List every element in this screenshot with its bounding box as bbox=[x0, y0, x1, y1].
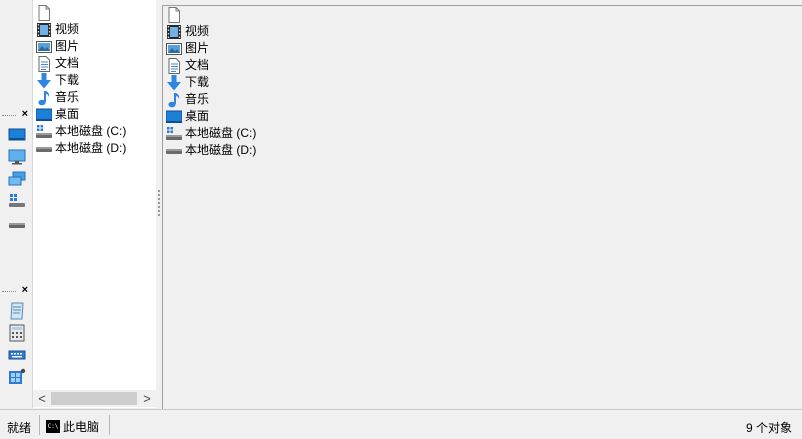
status-separator bbox=[39, 415, 40, 435]
file-item-label: 文档 bbox=[185, 58, 210, 72]
close-group-button[interactable]: × bbox=[22, 108, 28, 120]
blank-page-icon bbox=[36, 4, 52, 21]
status-bar: 就绪 C:\ 此电脑 9 个对象 bbox=[0, 409, 802, 439]
file-item-label: 本地磁盘 (C:) bbox=[185, 126, 257, 140]
keyboard-icon[interactable] bbox=[8, 346, 26, 364]
file-item[interactable]: 桌面 bbox=[166, 108, 256, 125]
status-object-count: 9 个对象 bbox=[745, 421, 792, 435]
tree-item[interactable]: 本地磁盘 (D:) bbox=[36, 140, 126, 157]
tree-item[interactable]: 本地磁盘 (C:) bbox=[36, 123, 126, 140]
folder-tree[interactable]: 视频图片文档下载音乐桌面本地磁盘 (C:) 本地磁盘 (D:) bbox=[33, 0, 156, 408]
tree-item[interactable]: 桌面 bbox=[36, 106, 126, 123]
video-icon bbox=[166, 24, 182, 40]
file-item-label: 桌面 bbox=[185, 109, 210, 123]
tree-item-label: 本地磁盘 (C:) bbox=[55, 124, 127, 138]
picture-icon bbox=[166, 41, 182, 57]
tree-item-label: 下载 bbox=[55, 73, 80, 87]
file-item[interactable]: 图片 bbox=[166, 40, 256, 57]
status-separator bbox=[109, 415, 110, 435]
drive-icon[interactable] bbox=[8, 216, 26, 234]
document-icon bbox=[36, 55, 52, 72]
tree-item[interactable]: 视频 bbox=[36, 21, 126, 38]
tree-item-label: 图片 bbox=[55, 39, 80, 53]
file-item-label: 下载 bbox=[185, 75, 210, 89]
tree-item[interactable]: 图片 bbox=[36, 38, 126, 55]
drive-icon bbox=[36, 141, 52, 157]
tree-item[interactable]: 文档 bbox=[36, 55, 126, 72]
download-arrow-icon bbox=[166, 74, 182, 91]
tree-item[interactable]: 下载 bbox=[36, 72, 126, 89]
file-item[interactable]: 音乐 bbox=[166, 91, 256, 108]
file-item[interactable]: 视频 bbox=[166, 23, 256, 40]
file-item[interactable]: 本地磁盘 (D:) bbox=[166, 142, 256, 159]
status-location: C:\ 此电脑 bbox=[46, 418, 99, 435]
drag-handle[interactable] bbox=[2, 291, 16, 292]
tree-horizontal-scrollbar[interactable]: < > bbox=[33, 390, 156, 407]
network-icon[interactable] bbox=[8, 170, 26, 188]
status-ready-text: 就绪 bbox=[7, 421, 32, 435]
blank-page-icon bbox=[166, 6, 182, 23]
file-item-label: 视频 bbox=[185, 24, 210, 38]
monitor-icon[interactable] bbox=[8, 148, 26, 166]
tree-item-label: 文档 bbox=[55, 56, 80, 70]
music-note-icon bbox=[166, 92, 182, 108]
notepad-icon[interactable] bbox=[8, 302, 26, 320]
quick-toolbar: × × bbox=[0, 0, 33, 408]
toolbar-group-header: × bbox=[0, 108, 31, 122]
tree-item[interactable]: 音乐 bbox=[36, 89, 126, 106]
music-note-icon bbox=[36, 90, 52, 106]
status-location-label: 此电脑 bbox=[63, 420, 100, 434]
desktop-icon bbox=[166, 109, 182, 125]
picture-icon bbox=[36, 39, 52, 55]
system-drive-icon bbox=[166, 126, 182, 142]
command-prompt-icon: C:\ bbox=[46, 420, 60, 433]
file-item[interactable]: 本地磁盘 (C:) bbox=[166, 125, 256, 142]
scroll-right-arrow[interactable]: > bbox=[140, 391, 154, 406]
scroll-left-arrow[interactable]: < bbox=[35, 391, 49, 406]
scroll-thumb[interactable] bbox=[51, 392, 137, 405]
desktop-icon bbox=[36, 107, 52, 123]
system-drive-icon[interactable] bbox=[8, 192, 26, 210]
tree-item-label: 本地磁盘 (D:) bbox=[55, 141, 127, 155]
document-icon bbox=[166, 57, 182, 74]
tree-item-label: 音乐 bbox=[55, 90, 80, 104]
drive-icon bbox=[166, 143, 182, 159]
file-item[interactable]: 文档 bbox=[166, 57, 256, 74]
file-item[interactable]: 下载 bbox=[166, 74, 256, 91]
drag-handle[interactable] bbox=[2, 115, 16, 116]
tree-item-label: 桌面 bbox=[55, 107, 80, 121]
file-item-label: 本地磁盘 (D:) bbox=[185, 143, 257, 157]
file-item[interactable] bbox=[166, 6, 256, 23]
toolbar-group-header: × bbox=[0, 284, 31, 298]
tree-item[interactable] bbox=[36, 4, 126, 21]
tree-item-label: 视频 bbox=[55, 22, 80, 36]
splitter-grip[interactable] bbox=[158, 190, 161, 216]
file-list-view[interactable]: 视频图片文档下载音乐桌面本地磁盘 (C:) 本地磁盘 (D:) bbox=[162, 5, 802, 409]
system-drive-icon bbox=[36, 124, 52, 140]
video-icon bbox=[36, 22, 52, 38]
download-arrow-icon bbox=[36, 72, 52, 89]
file-item-label: 图片 bbox=[185, 41, 210, 55]
close-group-button[interactable]: × bbox=[22, 284, 28, 296]
file-item-label: 音乐 bbox=[185, 92, 210, 106]
desktop-icon[interactable] bbox=[8, 126, 26, 144]
control-panel-icon[interactable] bbox=[8, 368, 26, 386]
calculator-icon[interactable] bbox=[8, 324, 26, 342]
